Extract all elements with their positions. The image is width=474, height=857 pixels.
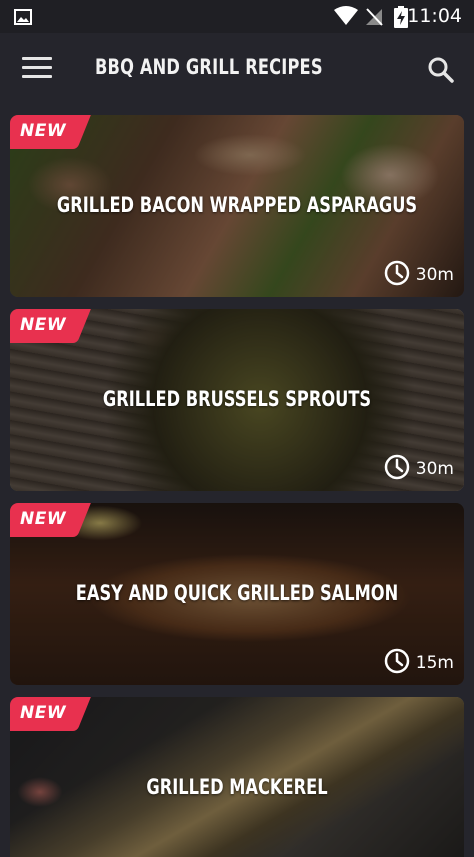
page-title: BBQ AND GRILL RECIPES — [95, 55, 323, 79]
new-badge: NEW — [20, 703, 67, 723]
wifi-icon — [334, 6, 358, 30]
recipe-card[interactable]: NEW GRILLED MACKEREL — [10, 697, 464, 857]
cook-time: 30m — [384, 454, 454, 484]
recipe-title: GRILLED MACKEREL — [146, 775, 328, 799]
cook-time: 30m — [384, 260, 454, 290]
cook-time: 15m — [384, 648, 454, 678]
status-clock: 11:04 — [407, 5, 462, 27]
new-badge: NEW — [20, 121, 67, 141]
recipe-card[interactable]: NEW GRILLED BACON WRAPPED ASPARAGUS 30m — [10, 115, 464, 297]
recipe-title: EASY AND QUICK GRILLED SALMON — [75, 581, 399, 605]
recipe-card[interactable]: NEW EASY AND QUICK GRILLED SALMON 15m — [10, 503, 464, 685]
clock-icon — [384, 260, 410, 290]
cook-time-label: 30m — [415, 459, 454, 479]
recipe-card[interactable]: NEW GRILLED BRUSSELS SPROUTS 30m — [10, 309, 464, 491]
clock-icon — [384, 454, 410, 484]
status-bar: 11:04 — [0, 0, 474, 33]
new-badge: NEW — [20, 509, 67, 529]
cook-time-label: 30m — [415, 265, 454, 285]
search-icon[interactable] — [428, 57, 454, 87]
clock-icon — [384, 648, 410, 678]
recipe-title: GRILLED BACON WRAPPED ASPARAGUS — [56, 193, 418, 217]
new-badge: NEW — [20, 315, 67, 335]
battery-charging-icon — [394, 6, 408, 32]
app-bar: BBQ AND GRILL RECIPES — [0, 33, 474, 113]
recipe-title: GRILLED BRUSSELS SPROUTS — [102, 387, 372, 411]
cook-time-label: 15m — [415, 653, 454, 673]
image-icon — [14, 9, 32, 29]
hamburger-menu-icon[interactable] — [22, 57, 52, 83]
no-signal-icon — [365, 7, 383, 30]
